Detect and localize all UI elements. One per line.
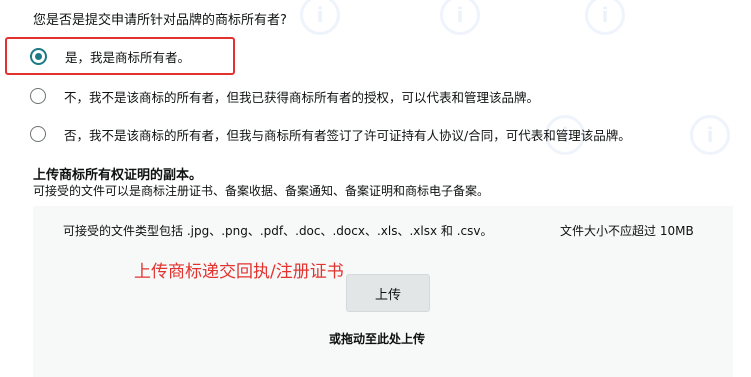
- option-licensee[interactable]: 否，我不是该商标的所有者，但我与商标所有者签订了许可证持有人协议/合同，可代表和…: [30, 121, 631, 147]
- radio-unchecked-icon[interactable]: [30, 88, 46, 104]
- brand-owner-question: 您是否是提交申请所针对品牌的商标所有者?: [33, 13, 287, 28]
- option-label: 是，我是商标所有者。: [65, 49, 191, 65]
- option-authorized[interactable]: 不，我不是该商标的所有者，但我已获得商标所有者的授权，可以代表和管理该品牌。: [30, 83, 539, 109]
- file-size-limit: 文件大小不应超过 10MB: [560, 224, 694, 238]
- watermark-logo-icon: [690, 115, 730, 155]
- page: 您是否是提交申请所针对品牌的商标所有者? 是，我是商标所有者。 不，我不是该商标…: [0, 0, 751, 377]
- watermark-logo-icon: [300, 0, 340, 35]
- upload-section-description: 可接受的文件可以是商标注册证书、备案收据、备案通知、备案证明和商标电子备案。: [33, 184, 490, 198]
- accepted-file-types: 可接受的文件类型包括 .jpg、.png、.pdf、.doc、.docx、.xl…: [63, 224, 493, 238]
- drag-drop-hint: 或拖动至此处上传: [329, 332, 426, 346]
- upload-dropzone[interactable]: 可接受的文件类型包括 .jpg、.png、.pdf、.doc、.docx、.xl…: [33, 206, 733, 377]
- upload-button[interactable]: 上传: [346, 274, 430, 312]
- upload-section-title: 上传商标所有权证明的副本。: [33, 168, 203, 183]
- option-label: 不，我不是该商标的所有者，但我已获得商标所有者的授权，可以代表和管理该品牌。: [64, 89, 540, 105]
- watermark-logo-icon: [585, 0, 625, 35]
- watermark-logo-icon: [440, 0, 480, 35]
- radio-unchecked-icon[interactable]: [30, 126, 46, 142]
- upload-annotation-text: 上传商标递交回执/注册证书: [134, 262, 344, 282]
- option-owner[interactable]: 是，我是商标所有者。: [30, 43, 190, 69]
- radio-checked-icon[interactable]: [30, 47, 47, 65]
- option-label: 否，我不是该商标的所有者，但我与商标所有者签订了许可证持有人协议/合同，可代表和…: [64, 127, 631, 143]
